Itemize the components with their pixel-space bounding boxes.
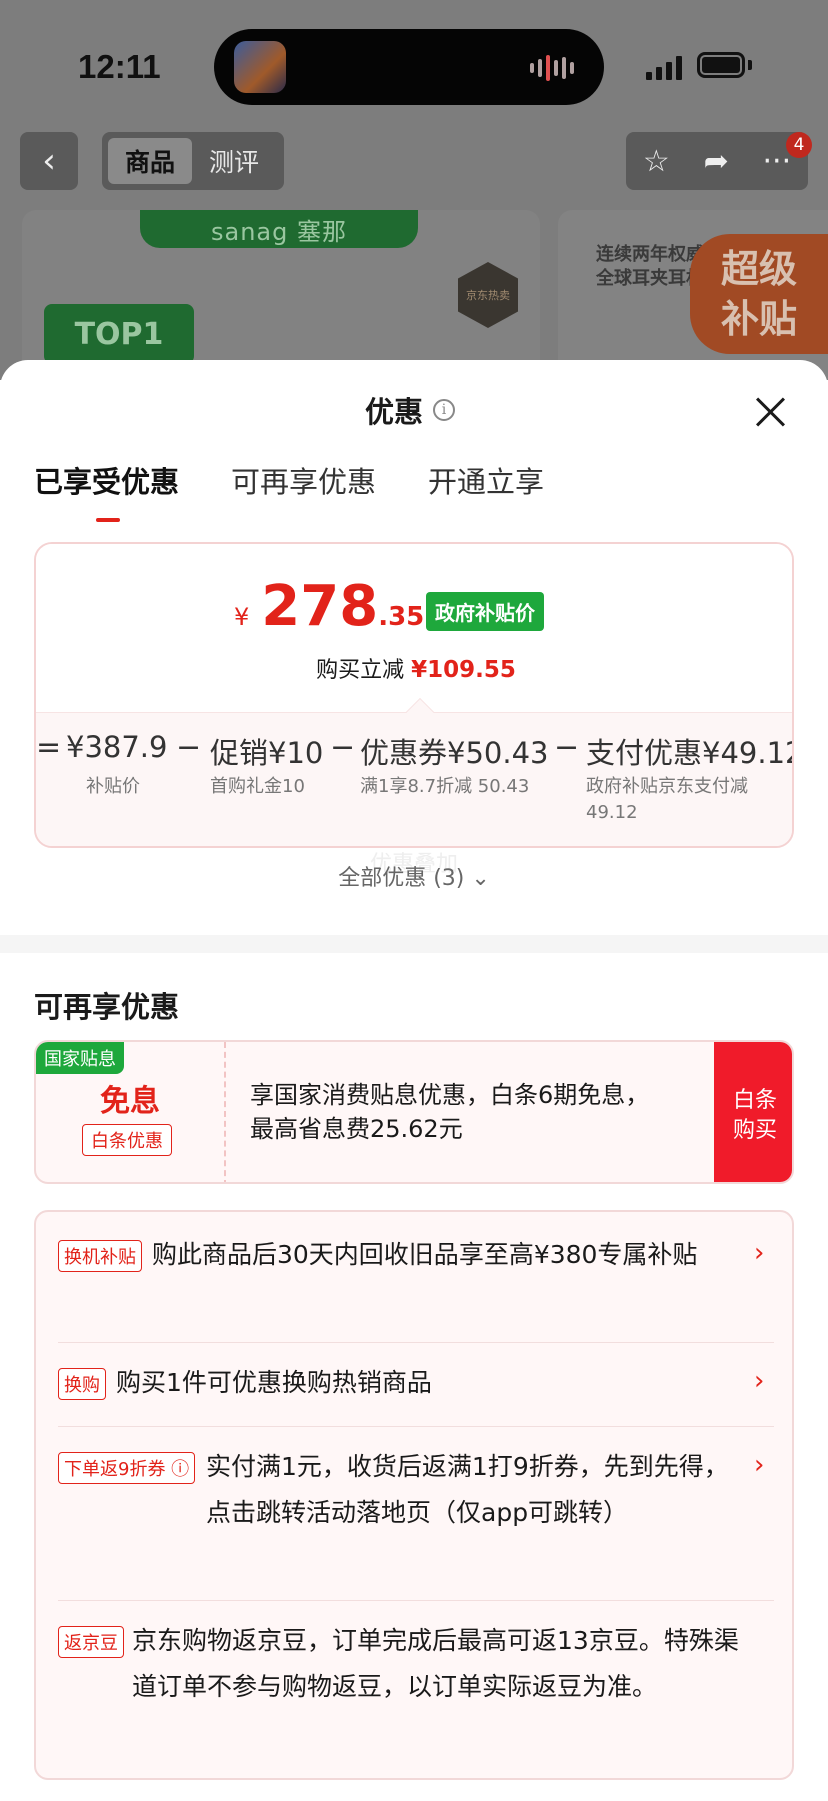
baitiao-buy-label: 白条购买 <box>732 1088 777 1143</box>
promo-text: 京东购物返京豆，订单完成后最高可返13京豆。特殊渠道订单不参与购物返豆，以订单实… <box>132 1626 739 1701</box>
promotion-value: 促销¥10 <box>210 736 324 770</box>
currency-symbol: ¥ <box>234 603 250 631</box>
promo-text: 购买1件可优惠换购热销商品 <box>116 1368 432 1397</box>
promo-row-jingdou: 返京豆 京东购物返京豆，订单完成后最高可返13京豆。特殊渠道订单不参与购物返豆，… <box>58 1618 774 1768</box>
final-price: ¥ 278 .35 <box>234 574 424 639</box>
tab-activate[interactable]: 开通立享 <box>428 460 544 516</box>
tab-review[interactable]: 测评 <box>192 138 276 184</box>
chevron-right-icon[interactable]: › <box>754 1450 764 1480</box>
discount-tabs: 已享受优惠 可再享优惠 开通立享 <box>34 460 544 522</box>
promo-row-exchange[interactable]: 换购 购买1件可优惠换购热销商品 › <box>58 1360 774 1410</box>
subsidy-price-value: ¥387.9 <box>66 730 168 764</box>
battery-icon <box>697 52 745 78</box>
super-subsidy-line-2: 补贴 <box>720 297 797 341</box>
baitiao-buy-button[interactable]: 白条购买 <box>714 1042 792 1182</box>
instant-discount-label: 购买立减 <box>316 658 405 683</box>
minus-sign: − <box>330 730 356 765</box>
coupon-detail: 满1享8.7折减 50.43 <box>360 776 530 797</box>
super-subsidy-badge[interactable]: 超级 补贴 <box>690 234 828 354</box>
tab-more-available[interactable]: 可再享优惠 <box>231 460 376 516</box>
brand-logo: sanag 塞那 <box>140 210 418 248</box>
promo-row-trade-in[interactable]: 换机补贴 购此商品后30天内回收旧品享至高¥380专属补贴 › <box>58 1232 774 1342</box>
background-page: 12:11 ‹ 商品 测评 ☆ ➦ ··· 4 sanag 塞那 TOP1 京东… <box>0 0 828 380</box>
minus-sign: − <box>176 730 202 765</box>
tab-product[interactable]: 商品 <box>108 138 192 184</box>
nav-actions: ☆ ➦ ··· <box>626 132 808 190</box>
discount-sheet: 优惠 i 已享受优惠 可再享优惠 开通立享 ¥ 278 .35 政府补贴价 购买… <box>0 360 828 1801</box>
national-interest-tag: 国家贴息 <box>36 1042 124 1074</box>
sheet-header: 优惠 i <box>365 390 456 430</box>
promo-tag: 换机补贴 <box>58 1240 142 1272</box>
star-icon[interactable]: ☆ <box>643 144 670 179</box>
promo-row-coupon-return[interactable]: 下单返9折券 ⓘ 实付满1元，收货后返满1打9折券，先到先得，点击跳转活动落地页… <box>58 1444 774 1594</box>
super-subsidy-line-1: 超级 <box>720 247 797 291</box>
equals-sign: = <box>36 730 62 765</box>
back-button[interactable]: ‹ <box>20 132 78 190</box>
signal-icon <box>646 56 682 80</box>
certificate-line-1: 连续两年权威 <box>596 244 704 265</box>
now-playing-app-icon <box>234 41 286 93</box>
price-decimal: .35 <box>378 602 425 632</box>
promo-text: 购此商品后30天内回收旧品享至高¥380专属补贴 <box>152 1240 698 1269</box>
subsidy-price-label: 补贴价 <box>86 776 140 797</box>
payment-discount-value: 支付优惠¥49.12 <box>586 736 794 770</box>
baitiao-discount-tag: 白条优惠 <box>82 1124 172 1156</box>
chevron-left-icon: ‹ <box>42 141 56 181</box>
top1-badge: TOP1 <box>44 304 194 364</box>
tab-enjoyed[interactable]: 已享受优惠 <box>34 460 179 522</box>
chevron-right-icon[interactable]: › <box>754 1366 764 1396</box>
audio-wave-icon <box>530 53 574 83</box>
coupon-value: 优惠券¥50.43 <box>360 736 549 770</box>
info-icon[interactable]: i <box>433 399 456 421</box>
chevron-right-icon[interactable]: › <box>754 1238 764 1268</box>
promotion-detail: 首购礼金10 <box>210 776 305 797</box>
promo-tag: 下单返9折券 ⓘ <box>58 1452 196 1484</box>
promo-tag: 换购 <box>58 1368 106 1400</box>
interest-free-headline: 免息 <box>100 1084 160 1119</box>
dynamic-island <box>214 29 604 105</box>
instant-discount-amount: ¥109.55 <box>411 657 516 683</box>
close-icon[interactable] <box>754 396 786 428</box>
minus-sign: − <box>554 730 580 765</box>
promotions-card: 换机补贴 购此商品后30天内回收旧品享至高¥380专属补贴 › 换购 购买1件可… <box>34 1210 794 1780</box>
more-discounts-title: 可再享优惠 <box>34 990 180 1024</box>
promo-tag: 返京豆 <box>58 1626 124 1658</box>
promo-text: 实付满1元，收货后返满1打9折券，先到先得，点击跳转活动落地页（仅app可跳转） <box>206 1452 729 1527</box>
share-icon[interactable]: ➦ <box>704 144 729 179</box>
gov-subsidy-price-tag: 政府补贴价 <box>426 592 544 631</box>
all-discounts-toggle[interactable]: 全部优惠 (3) ⌄ <box>0 860 828 892</box>
breakdown-row: = ¥387.9 − 促销¥10 − 优惠券¥50.43 − 支付优惠¥49.1… <box>36 730 794 770</box>
section-divider <box>0 935 828 953</box>
payment-discount-detail: 政府补贴京东支付减 49.12 <box>586 776 748 823</box>
status-time: 12:11 <box>78 48 161 85</box>
sheet-title: 优惠 <box>365 395 424 429</box>
price-summary-card: ¥ 278 .35 政府补贴价 购买立减 ¥109.55 = ¥387.9 − … <box>34 542 794 848</box>
price-integer: 278 <box>261 574 379 639</box>
certificate-line-2: 全球耳夹耳机 <box>596 268 704 289</box>
interest-free-description: 享国家消费贴息优惠，白条6期免息，最高省息费25.62元 <box>250 1081 650 1143</box>
instant-discount: 购买立减 ¥109.55 <box>36 652 792 684</box>
interest-free-card[interactable]: 国家贴息 免息 白条优惠 享国家消费贴息优惠，白条6期免息，最高省息费25.62… <box>34 1040 794 1184</box>
page-tabs: 商品 测评 <box>102 132 284 190</box>
status-bar: 12:11 <box>0 0 828 120</box>
notification-badge: 4 <box>786 132 812 158</box>
